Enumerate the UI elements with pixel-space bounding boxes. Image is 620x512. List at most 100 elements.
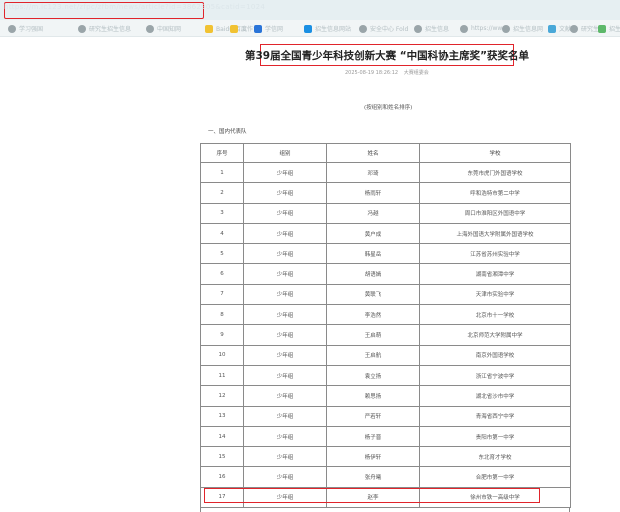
bookmark-item[interactable]: 研究生招生信息 <box>78 24 131 33</box>
table-row: 14 少年组 杨子晋 贵阳市第一中学 <box>200 425 571 448</box>
cell-school: 江苏省苏州实验中学 <box>419 243 571 265</box>
cell-school: 湖北省沙市中学 <box>419 385 571 407</box>
table-row: 13 少年组 严若轩 青海省西宁中学 <box>200 405 571 427</box>
cell-school: 周口市淮阳区外国语中学 <box>419 202 571 224</box>
cell-name: 胡语嫣 <box>326 263 420 285</box>
globe-icon <box>502 24 510 33</box>
cell-index: 1 <box>200 161 244 184</box>
bookmark-item[interactable]: 招生信息网 <box>502 24 543 33</box>
cell-index: 11 <box>200 364 244 387</box>
cell-name: 黄户成 <box>326 222 420 245</box>
cell-school: 上海外国语大学附属外国语学校 <box>419 222 571 245</box>
table-row: 2 少年组 杨雨轩 呼和浩特市第二中学 <box>200 182 571 204</box>
table-row: 8 少年组 李浩然 北京市十一学校 <box>200 304 571 326</box>
table-row: 3 少年组 冯越 周口市淮阳区外国语中学 <box>200 202 571 224</box>
bookmark-item[interactable]: 文献 <box>548 24 571 33</box>
cell-name: 赖思扬 <box>326 385 420 407</box>
cell-school: 贵阳市第一中学 <box>419 425 571 448</box>
app-icon <box>254 24 262 33</box>
bookmark-item[interactable]: 研究生 <box>570 24 599 33</box>
cell-school: 天津市实验中学 <box>419 283 571 306</box>
bookmark-label: 招生信息 <box>425 26 450 33</box>
table-row: 15 少年组 杨伊轩 东北育才学校 <box>200 446 571 468</box>
cell-group: 少年组 <box>243 425 327 448</box>
table-row: 1 少年组 邓琦 东莞市虎门外国语学校 <box>200 161 571 184</box>
cell-school: 东北育才学校 <box>419 446 571 468</box>
table-row: 6 少年组 胡语嫣 湖南省湘潭中学 <box>200 263 571 285</box>
table-header-row: 序号 组别 姓名 学校 <box>200 143 571 163</box>
bookmark-item[interactable]: 安全中心 Fold <box>359 24 408 33</box>
cell-group: 少年组 <box>243 283 327 306</box>
col-header-index: 序号 <box>200 143 244 163</box>
bookmark-label: 学信网 <box>265 26 284 33</box>
cell-group: 少年组 <box>243 202 327 224</box>
cell-index: 5 <box>200 243 244 265</box>
cell-index: 6 <box>200 263 244 285</box>
table-row: 7 少年组 黄联飞 天津市实验中学 <box>200 283 571 306</box>
cell-group: 少年组 <box>243 405 327 427</box>
grid-icon <box>548 24 556 33</box>
cell-index: 2 <box>200 182 244 204</box>
cell-name: 杨雨轩 <box>326 182 420 204</box>
folder-icon <box>205 24 213 33</box>
cell-school: 呼和浩特市第二中学 <box>419 182 571 204</box>
cell-school: 浙江省宁波中学 <box>419 364 571 387</box>
cell-group: 少年组 <box>243 446 327 468</box>
bookmark-item[interactable]: 学习强国 <box>8 24 43 33</box>
folder-icon <box>230 24 238 33</box>
cell-school: 北京市十一学校 <box>419 304 571 326</box>
url-text[interactable]: https://m.lc123.net/zfpc/zfbm/news/artic… <box>4 3 265 11</box>
cell-group: 少年组 <box>243 364 327 387</box>
section-heading: 一、国内代表队 <box>208 129 247 135</box>
cell-group: 少年组 <box>243 344 327 366</box>
app-icon <box>598 24 606 33</box>
cell-name: 张舟曦 <box>326 466 420 488</box>
col-header-school: 学校 <box>419 143 571 163</box>
cell-name: 黄联飞 <box>326 283 420 306</box>
cell-school: 合肥市第一中学 <box>419 466 571 488</box>
table-row: 10 少年组 王启航 南京外国语学校 <box>200 344 571 366</box>
globe-icon <box>460 24 468 33</box>
cell-name: 李浩然 <box>326 304 420 326</box>
bookmark-item[interactable]: 学信网 <box>254 24 283 33</box>
award-table: 序号 组别 姓名 学校 1 少年组 邓琦 东莞市虎门外国语学校 2 少年组 杨雨轩 呼和浩特市… <box>200 143 571 509</box>
article-title: 第39届全国青少年科技创新大赛 “中国科协主席奖”获奖名单 <box>244 49 530 62</box>
article-source: 大赛组委会 <box>403 70 429 76</box>
cell-name: 冯越 <box>326 202 420 224</box>
bookmark-label: 安全中心 Fold <box>370 26 409 33</box>
article-meta: 2025-08-19 18:26:12 大赛组委会 <box>345 69 433 76</box>
bookmark-item[interactable]: 中国知网 <box>146 24 181 33</box>
bookmark-item[interactable]: 招生信息 <box>414 24 449 33</box>
cell-school: 青海省西宁中学 <box>419 405 571 427</box>
cell-group: 少年组 <box>243 263 327 285</box>
cell-group: 少年组 <box>243 385 327 407</box>
address-bar[interactable]: https://m.lc123.net/zfpc/zfbm/news/artic… <box>0 0 620 20</box>
cell-school: 南京外国语学校 <box>419 344 571 366</box>
col-header-name: 姓名 <box>326 143 420 163</box>
bookmark-label: 招生信息网 <box>513 26 544 33</box>
cell-group: 少年组 <box>243 466 327 488</box>
table-row: 12 少年组 赖思扬 湖北省沙市中学 <box>200 385 571 407</box>
sort-note: (按组别和姓名排序) <box>364 105 413 111</box>
bookmark-item[interactable]: 招生信息网站 <box>304 24 351 33</box>
cell-school: 湖南省湘潭中学 <box>419 263 571 285</box>
cell-index: 15 <box>200 446 244 468</box>
globe-icon <box>8 24 16 33</box>
shield-icon <box>414 24 422 33</box>
cell-index: 3 <box>200 202 244 224</box>
cell-index: 10 <box>200 344 244 366</box>
cell-group: 少年组 <box>243 304 327 326</box>
cell-index: 4 <box>200 222 244 245</box>
bookmark-label: 研究生招生信息 <box>89 26 132 33</box>
bookmark-label: 招生 <box>609 26 620 33</box>
cell-index: 14 <box>200 425 244 448</box>
shield-icon <box>78 24 86 33</box>
cell-group: 少年组 <box>243 222 327 245</box>
shield-icon <box>359 24 367 33</box>
app-icon <box>304 24 312 33</box>
cell-name: 杨子晋 <box>326 425 420 448</box>
article-date: 2025-08-19 18:26:12 <box>345 70 399 76</box>
bookmark-item[interactable]: 招生 <box>598 24 620 33</box>
shield-icon <box>146 24 154 33</box>
cell-index: 8 <box>200 304 244 326</box>
